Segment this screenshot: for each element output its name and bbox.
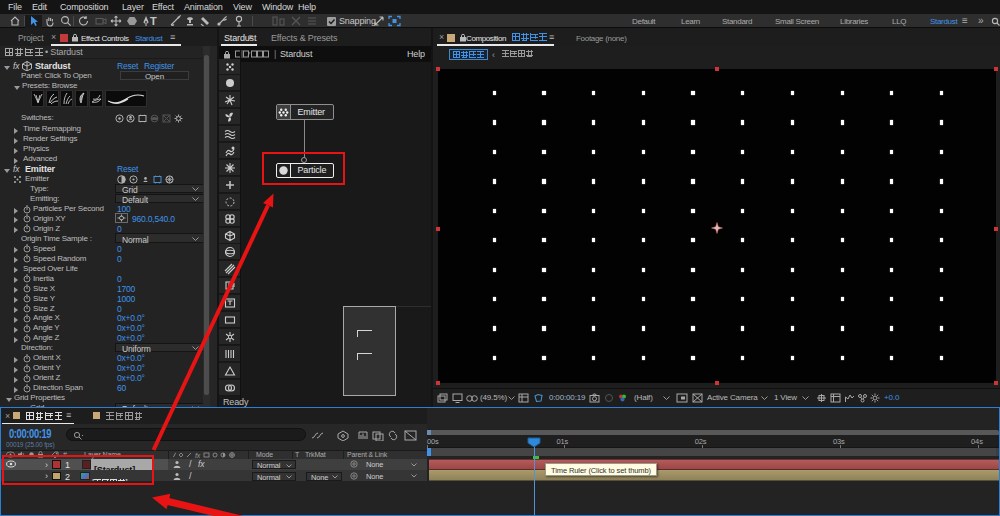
svg-text:fx: fx [195, 452, 201, 459]
